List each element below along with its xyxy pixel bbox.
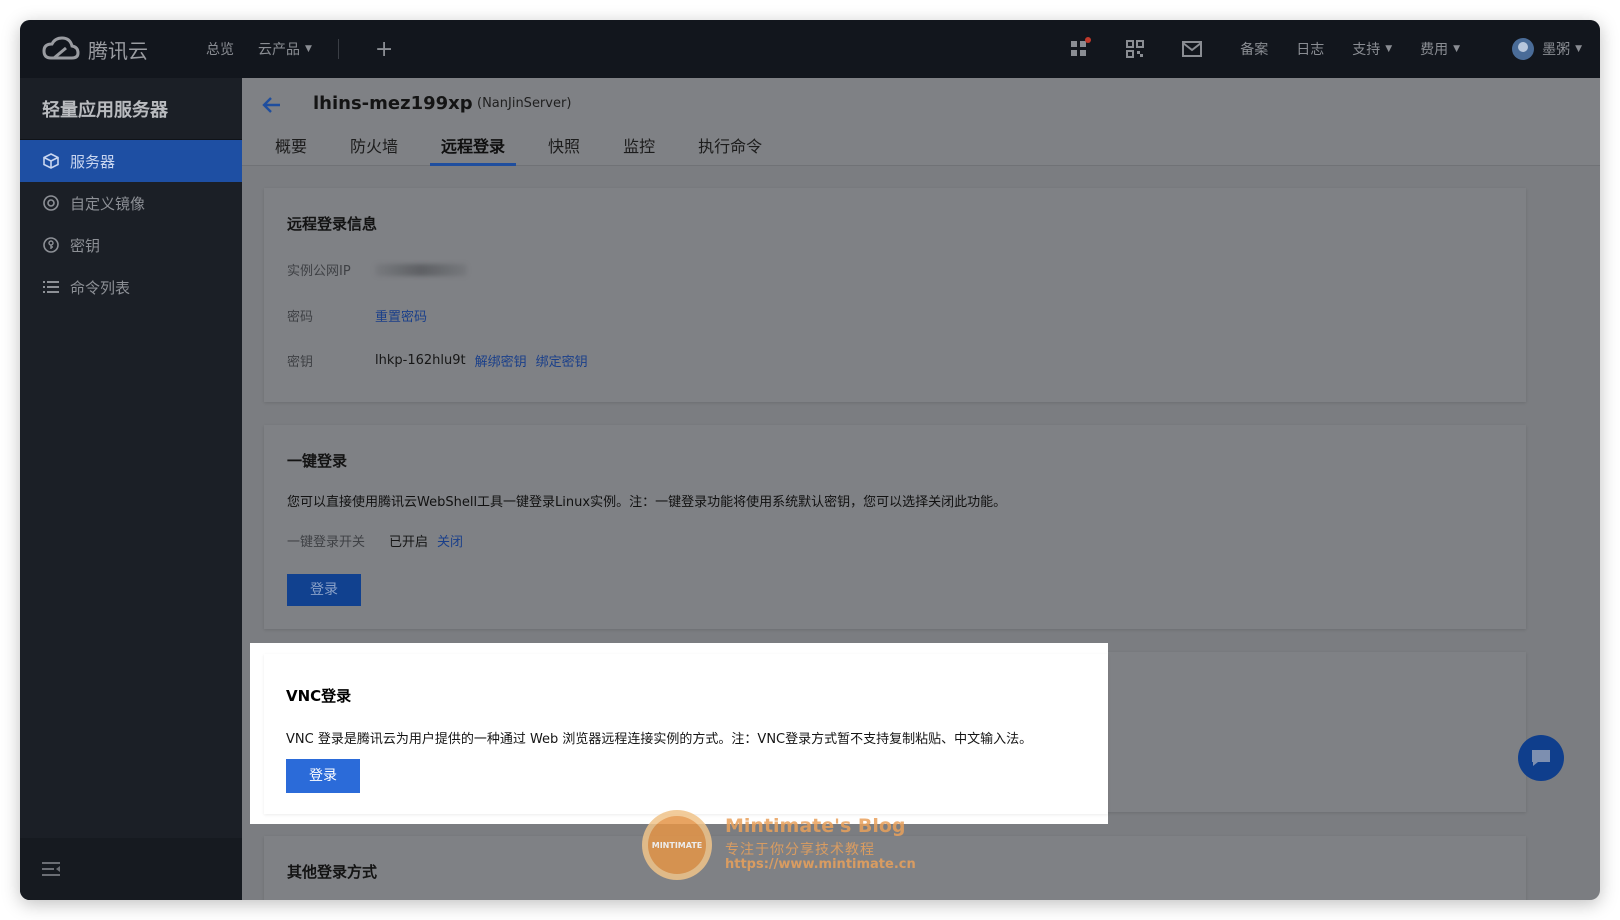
chat-button[interactable]	[1518, 735, 1564, 781]
watermark-url: https://www.mintimate.cn	[725, 857, 916, 872]
watermark-badge-text: MINTIMATE	[648, 816, 706, 874]
app-window: 腾讯云 总览 云产品 ▼ + 备案 日志 支持 ▼ 费用 ▼ 墨粥 ▼ 轻量应用…	[20, 20, 1600, 900]
nav-products-dropdown[interactable]: 云产品 ▼	[258, 39, 312, 59]
sidebar-item-keys[interactable]: 密钥	[20, 224, 242, 266]
watermark-title: Mintimate's Blog	[725, 815, 906, 837]
user-menu[interactable]: 墨粥 ▼	[1512, 38, 1582, 60]
unbind-key-link[interactable]: 解绑密钥	[475, 351, 527, 370]
avatar	[1512, 38, 1535, 60]
sidebar-item-label: 自定义镜像	[70, 194, 146, 213]
sidebar: 轻量应用服务器 服务器 自定义镜像 密钥 命令列表	[20, 78, 242, 900]
watermark-slogan: 专注于你分享技术教程	[725, 842, 875, 858]
vnc-title: VNC登录	[286, 687, 352, 705]
one-click-switch-row: 一键登录开关 已开启 关闭	[287, 531, 463, 550]
mail-icon[interactable]	[1182, 41, 1203, 57]
tab-run-command[interactable]: 执行命令	[687, 134, 773, 166]
top-navbar: 腾讯云 总览 云产品 ▼ + 备案 日志 支持 ▼ 费用 ▼ 墨粥 ▼	[20, 20, 1600, 78]
nav-support-dropdown[interactable]: 支持 ▼	[1352, 39, 1392, 59]
tab-overview[interactable]: 概要	[264, 134, 318, 166]
divider	[337, 39, 339, 59]
vnc-description: VNC 登录是腾讯云为用户提供的一种通过 Web 浏览器远程连接实例的方式。注：…	[286, 732, 1033, 747]
key-value: lhkp-162hlu9t	[375, 353, 466, 368]
sidebar-item-label: 服务器	[70, 152, 116, 171]
chevron-down-icon: ▼	[305, 44, 312, 54]
bind-key-link[interactable]: 绑定密钥	[536, 351, 588, 370]
remote-login-info-card: 远程登录信息 实例公网IP 密码 重置密码 密钥 lhkp-162hlu9t 解…	[264, 188, 1526, 402]
tab-firewall[interactable]: 防火墙	[339, 134, 409, 166]
nav-beian[interactable]: 备案	[1240, 39, 1268, 59]
chevron-down-icon: ▼	[1575, 44, 1582, 54]
nav-log[interactable]: 日志	[1296, 39, 1324, 59]
vnc-highlight: VNC登录 VNC 登录是腾讯云为用户提供的一种通过 Web 浏览器远程连接实例…	[250, 643, 1108, 824]
grid-apps-icon[interactable]	[1070, 37, 1092, 58]
vnc-login-card: VNC登录 VNC 登录是腾讯云为用户提供的一种通过 Web 浏览器远程连接实例…	[264, 654, 1108, 814]
sidebar-item-label: 密钥	[70, 236, 101, 255]
card-title: 一键登录	[287, 452, 348, 470]
nav-support-label: 支持	[1352, 42, 1381, 58]
sidebar-item-label: 命令列表	[70, 278, 131, 297]
sidebar-item-custom-images[interactable]: 自定义镜像	[20, 182, 242, 224]
notification-dot	[1085, 37, 1092, 43]
watermark-logo: MINTIMATE	[642, 810, 712, 880]
back-arrow-icon[interactable]	[262, 94, 282, 116]
one-click-close-link[interactable]: 关闭	[437, 531, 463, 550]
cube-icon	[42, 153, 60, 169]
key-row: 密钥 lhkp-162hlu9t 解绑密钥 绑定密钥	[287, 351, 588, 370]
instance-name: lhins-mez199xp	[313, 93, 473, 114]
sidebar-item-commands[interactable]: 命令列表	[20, 266, 242, 308]
chevron-down-icon: ▼	[1453, 44, 1461, 54]
card-title: 其他登录方式	[287, 863, 378, 881]
key-icon	[42, 237, 60, 253]
card-title: 远程登录信息	[287, 215, 378, 233]
nav-overview-label: 总览	[206, 42, 234, 58]
one-click-switch-label: 一键登录开关	[287, 535, 366, 550]
key-label: 密钥	[287, 355, 314, 370]
sidebar-title: 轻量应用服务器	[20, 78, 242, 140]
add-shortcut-icon[interactable]: +	[375, 37, 393, 62]
collapse-sidebar-button[interactable]	[20, 838, 242, 900]
nav-billing-label: 费用	[1420, 42, 1449, 58]
one-click-status: 已开启	[389, 535, 429, 550]
public-ip-label: 实例公网IP	[287, 264, 351, 279]
collapse-menu-icon	[42, 862, 60, 876]
public-ip-value-blurred	[375, 263, 467, 276]
user-name: 墨粥	[1542, 42, 1571, 58]
brand-logo[interactable]: 腾讯云	[42, 35, 182, 64]
one-click-description: 您可以直接使用腾讯云WebShell工具一键登录Linux实例。注：一键登录功能…	[287, 495, 1007, 510]
one-click-login-button[interactable]: 登录	[287, 574, 361, 606]
tab-monitor[interactable]: 监控	[612, 134, 666, 166]
password-label: 密码	[287, 310, 314, 325]
reset-password-link[interactable]: 重置密码	[375, 306, 427, 325]
vnc-login-button[interactable]: 登录	[286, 759, 360, 793]
nav-log-label: 日志	[1296, 42, 1325, 58]
nav-products-label: 云产品	[258, 42, 300, 58]
instance-alias: (NanJinServer)	[477, 96, 572, 111]
nav-beian-label: 备案	[1240, 42, 1269, 58]
tab-remote-login[interactable]: 远程登录	[430, 134, 517, 166]
password-row: 密码 重置密码	[287, 306, 427, 325]
sidebar-item-servers[interactable]: 服务器	[20, 140, 242, 182]
chevron-down-icon: ▼	[1385, 44, 1393, 54]
disc-icon	[42, 195, 60, 211]
list-icon	[42, 280, 60, 294]
chat-bubble-icon	[1532, 750, 1550, 766]
tab-bar: 概要 防火墙 远程登录 快照 监控 执行命令	[264, 134, 794, 166]
instance-header: lhins-mez199xp (NanJinServer) 概要 防火墙 远程登…	[242, 78, 1600, 166]
cloud-logo-icon	[42, 36, 80, 60]
tab-snapshot[interactable]: 快照	[537, 134, 591, 166]
public-ip-row: 实例公网IP	[287, 260, 467, 279]
nav-billing-dropdown[interactable]: 费用 ▼	[1420, 39, 1460, 59]
nav-overview[interactable]: 总览	[206, 39, 234, 59]
one-click-login-card: 一键登录 您可以直接使用腾讯云WebShell工具一键登录Linux实例。注：一…	[264, 425, 1526, 629]
brand-name: 腾讯云	[88, 38, 148, 63]
qrcode-icon[interactable]	[1126, 40, 1145, 58]
